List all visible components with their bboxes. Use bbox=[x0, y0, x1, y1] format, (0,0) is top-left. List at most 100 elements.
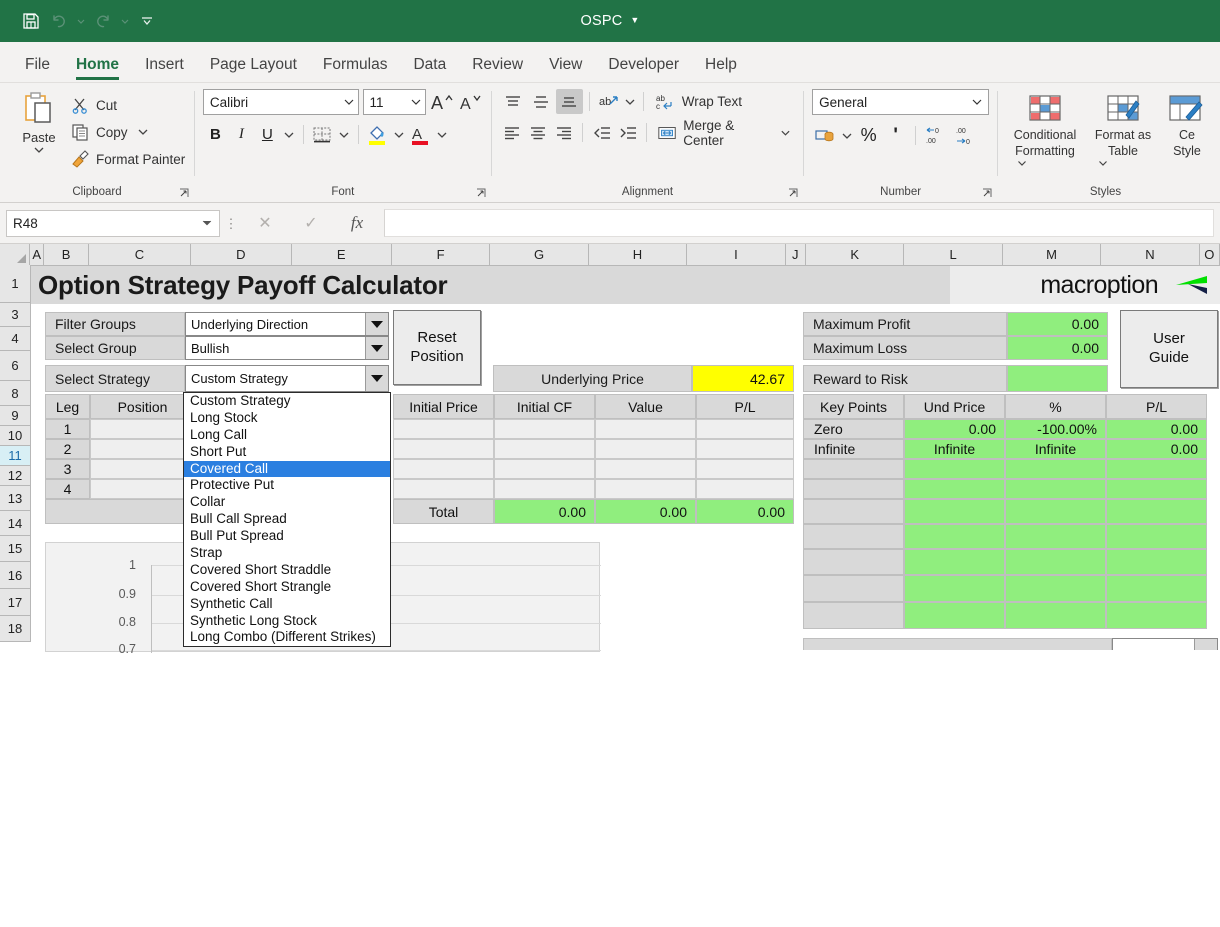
font-size-select[interactable]: 11 bbox=[362, 89, 426, 115]
leg-initial-cf-4[interactable] bbox=[494, 479, 595, 499]
row-header-12[interactable]: 12 bbox=[0, 466, 30, 486]
copy-button[interactable]: Copy bbox=[70, 120, 185, 144]
row-header-10[interactable]: 10 bbox=[0, 426, 30, 446]
strategy-option-protective-put[interactable]: Protective Put bbox=[184, 477, 390, 494]
row-header-8[interactable]: 8 bbox=[0, 381, 30, 406]
font-color-chevron-down-icon[interactable] bbox=[434, 122, 450, 147]
leg-initial-price-1[interactable] bbox=[393, 419, 494, 439]
row-header-9[interactable]: 9 bbox=[0, 406, 30, 426]
conditional-formatting-button[interactable]: Conditional Formatting bbox=[1006, 89, 1084, 168]
select-strategy-dropdown[interactable]: Custom Strategy bbox=[185, 365, 389, 392]
strategy-option-strap[interactable]: Strap bbox=[184, 545, 390, 562]
decrease-font-size-icon[interactable]: A bbox=[458, 90, 483, 115]
increase-indent-button[interactable] bbox=[615, 120, 640, 145]
reset-position-button[interactable]: Reset Position bbox=[393, 310, 481, 385]
strategy-option-long-combo-different-strikes[interactable]: Long Combo (Different Strikes) bbox=[184, 629, 390, 646]
save-icon[interactable] bbox=[18, 8, 44, 34]
leg-initial-price-4[interactable] bbox=[393, 479, 494, 499]
row-header-11[interactable]: 11 bbox=[0, 446, 30, 466]
underline-chevron-down-icon[interactable] bbox=[281, 122, 297, 147]
enter-icon[interactable]: ✓ bbox=[288, 209, 334, 237]
increase-font-size-icon[interactable]: A bbox=[430, 90, 455, 115]
leg-position-2[interactable] bbox=[90, 439, 195, 459]
tab-file[interactable]: File bbox=[12, 56, 63, 82]
cancel-icon[interactable]: ✕ bbox=[242, 209, 288, 237]
leg-value-1[interactable] bbox=[595, 419, 696, 439]
borders-button[interactable] bbox=[310, 122, 335, 147]
filter-groups-chevron-down-icon[interactable] bbox=[365, 313, 388, 335]
underlying-price-value[interactable]: 42.67 bbox=[692, 365, 794, 392]
decrease-decimal-button[interactable]: .00 0 bbox=[953, 123, 981, 148]
row-header-4[interactable]: 4 bbox=[0, 327, 30, 351]
accounting-format-chevron-down-icon[interactable] bbox=[839, 123, 854, 148]
leg-pl-2[interactable] bbox=[696, 439, 794, 459]
row-header-15[interactable]: 15 bbox=[0, 536, 30, 562]
column-header-j[interactable]: J bbox=[785, 244, 806, 265]
strategy-option-long-call[interactable]: Long Call bbox=[184, 427, 390, 444]
row-header-16[interactable]: 16 bbox=[0, 562, 30, 589]
tab-formulas[interactable]: Formulas bbox=[310, 56, 401, 82]
cell-styles-button[interactable]: Ce Style bbox=[1162, 89, 1212, 159]
filter-groups-dropdown[interactable]: Underlying Direction bbox=[185, 312, 389, 336]
leg-pl-3[interactable] bbox=[696, 459, 794, 479]
percent-style-button[interactable]: % bbox=[856, 123, 881, 148]
leg-pl-1[interactable] bbox=[696, 419, 794, 439]
tab-review[interactable]: Review bbox=[459, 56, 536, 82]
leg-initial-price-3[interactable] bbox=[393, 459, 494, 479]
strategy-option-long-stock[interactable]: Long Stock bbox=[184, 410, 390, 427]
bottom-partial-chevron-down-icon[interactable] bbox=[1194, 639, 1217, 650]
strategy-option-collar[interactable]: Collar bbox=[184, 494, 390, 511]
font-family-select[interactable]: Calibri bbox=[202, 89, 359, 115]
strategy-option-short-put[interactable]: Short Put bbox=[184, 444, 390, 461]
font-dialog-launcher-icon[interactable] bbox=[475, 187, 487, 199]
cut-button[interactable]: Cut bbox=[70, 93, 185, 117]
column-header-g[interactable]: G bbox=[490, 244, 589, 265]
leg-initial-cf-3[interactable] bbox=[494, 459, 595, 479]
align-center-button[interactable] bbox=[526, 120, 551, 145]
tab-data[interactable]: Data bbox=[400, 56, 459, 82]
paste-button[interactable]: Paste bbox=[8, 89, 70, 155]
align-bottom-button[interactable] bbox=[555, 89, 583, 114]
column-header-n[interactable]: N bbox=[1101, 244, 1200, 265]
select-strategy-chevron-down-icon[interactable] bbox=[365, 366, 388, 391]
align-right-button[interactable] bbox=[552, 120, 577, 145]
font-color-button[interactable]: A bbox=[408, 122, 433, 147]
tab-home[interactable]: Home bbox=[63, 56, 132, 82]
borders-chevron-down-icon[interactable] bbox=[336, 122, 352, 147]
column-header-f[interactable]: F bbox=[391, 244, 491, 265]
format-as-table-button[interactable]: Format as Table bbox=[1084, 89, 1162, 168]
strategy-option-synthetic-call[interactable]: Synthetic Call bbox=[184, 596, 390, 613]
comma-style-button[interactable]: ' bbox=[883, 123, 908, 148]
leg-pl-4[interactable] bbox=[696, 479, 794, 499]
italic-button[interactable]: I bbox=[229, 122, 254, 147]
leg-position-1[interactable] bbox=[90, 419, 195, 439]
accounting-format-button[interactable] bbox=[812, 123, 837, 148]
number-dialog-launcher-icon[interactable] bbox=[981, 187, 993, 199]
wrap-text-button[interactable]: ab c Wrap Text bbox=[650, 89, 746, 114]
tab-developer[interactable]: Developer bbox=[595, 56, 692, 82]
redo-icon[interactable] bbox=[90, 8, 116, 34]
select-group-dropdown[interactable]: Bullish bbox=[185, 336, 389, 360]
increase-decimal-button[interactable]: 0 .00 bbox=[923, 123, 951, 148]
underline-button[interactable]: U bbox=[255, 122, 280, 147]
strategy-dropdown-list[interactable]: Custom Strategy Long Stock Long Call Sho… bbox=[183, 392, 391, 648]
column-header-d[interactable]: D bbox=[191, 244, 292, 265]
formula-input[interactable] bbox=[384, 209, 1214, 237]
formula-bar-handle[interactable]: ⋮ bbox=[220, 217, 242, 230]
column-header-l[interactable]: L bbox=[904, 244, 1003, 265]
tab-help[interactable]: Help bbox=[692, 56, 750, 82]
leg-initial-price-2[interactable] bbox=[393, 439, 494, 459]
column-header-h[interactable]: H bbox=[588, 244, 688, 265]
column-header-c[interactable]: C bbox=[88, 244, 192, 265]
column-header-o[interactable]: O bbox=[1199, 244, 1220, 265]
bottom-partial-dropdown[interactable] bbox=[1112, 638, 1218, 650]
orientation-button[interactable]: ab bbox=[596, 89, 622, 114]
document-title-caret-icon[interactable]: ▼ bbox=[630, 15, 639, 25]
strategy-option-synthetic-long-stock[interactable]: Synthetic Long Stock bbox=[184, 613, 390, 630]
leg-initial-cf-2[interactable] bbox=[494, 439, 595, 459]
name-box[interactable]: R48 bbox=[6, 209, 220, 237]
merge-and-center-button[interactable]: Merge & Center bbox=[653, 118, 795, 148]
leg-position-4[interactable] bbox=[90, 479, 195, 499]
row-header-3[interactable]: 3 bbox=[0, 303, 30, 327]
row-header-17[interactable]: 17 bbox=[0, 589, 30, 616]
